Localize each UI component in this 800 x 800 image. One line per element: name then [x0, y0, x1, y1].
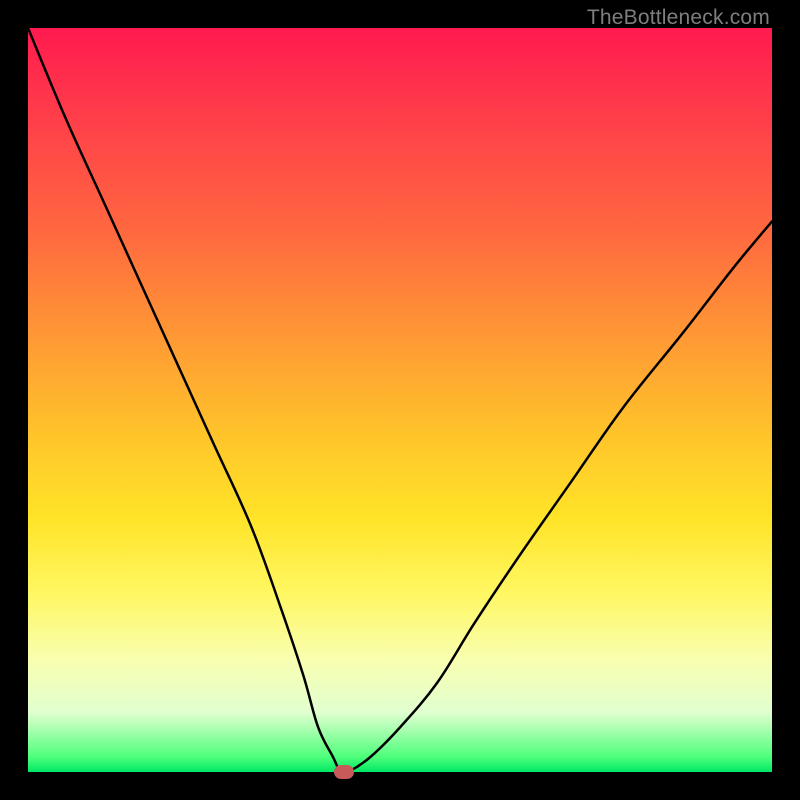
bottleneck-curve: [28, 28, 772, 772]
plot-area: [28, 28, 772, 772]
chart-frame: TheBottleneck.com: [0, 0, 800, 800]
watermark-text: TheBottleneck.com: [587, 6, 770, 30]
optimal-point-marker: [334, 765, 354, 779]
